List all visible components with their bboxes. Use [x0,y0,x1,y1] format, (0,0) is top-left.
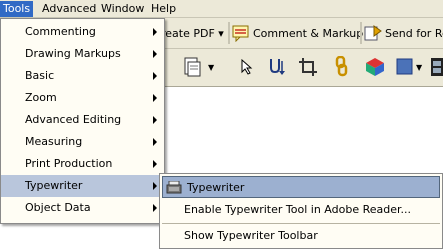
menu-advanced[interactable]: Advanced [39,1,99,17]
typewriter-icon [166,181,182,194]
film-icon[interactable] [430,57,443,77]
toolbar-separator [360,22,362,44]
comment-icon [232,25,249,42]
menu-bar: Tools Advanced Window Help [0,0,443,18]
typewriter-submenu: Typewriter Enable Typewriter Tool in Ado… [159,173,443,249]
menu-item-typewriter[interactable]: Typewriter [1,175,164,197]
menu-item-basic[interactable]: Basic [1,65,164,87]
submenu-arrow-icon [153,204,157,212]
menu-item-print-production[interactable]: Print Production [1,153,164,175]
menu-tools[interactable]: Tools [0,1,34,17]
create-pdf-button[interactable]: reate PDF ▾ [161,27,224,40]
select-tool-icon[interactable] [240,59,254,75]
menu-help[interactable]: Help [148,1,179,17]
menu-window[interactable]: Window [98,1,147,17]
submenu-arrow-icon [153,116,157,124]
send-review-icon [364,25,382,41]
submenu-item-typewriter[interactable]: Typewriter [162,176,440,198]
menu-item-object-data[interactable]: Object Data [1,197,164,219]
touchup-text-icon[interactable] [268,57,286,77]
rectangle-tool-icon[interactable] [396,58,414,76]
submenu-item-enable-typewriter-reader[interactable]: Enable Typewriter Tool in Adobe Reader..… [160,199,442,221]
dropdown-arrow-icon[interactable]: ▼ [208,63,214,72]
menu-item-drawing-markups[interactable]: Drawing Markups [1,43,164,65]
3d-object-icon[interactable] [364,56,386,78]
submenu-arrow-icon [153,160,157,168]
link-icon[interactable] [332,56,352,78]
submenu-arrow-icon [153,50,157,58]
crop-icon[interactable] [298,57,318,77]
tools-menu: Commenting Drawing Markups Basic Zoom Ad… [0,18,165,224]
menu-item-advanced-editing[interactable]: Advanced Editing [1,109,164,131]
page-icon[interactable] [182,56,204,78]
submenu-arrow-icon [153,28,157,36]
toolbar-separator [228,22,230,44]
submenu-arrow-icon [153,94,157,102]
menu-item-measuring[interactable]: Measuring [1,131,164,153]
send-for-review-button[interactable]: Send for Re [385,27,443,40]
submenu-arrow-icon [153,138,157,146]
submenu-item-show-typewriter-toolbar[interactable]: Show Typewriter Toolbar [160,225,442,247]
menu-separator [162,223,440,224]
menu-item-zoom[interactable]: Zoom [1,87,164,109]
dropdown-arrow-icon[interactable]: ▼ [416,63,422,72]
menu-item-commenting[interactable]: Commenting [1,21,164,43]
comment-markup-button[interactable]: Comment & Markup ▾ [253,27,372,40]
submenu-arrow-icon [153,72,157,80]
submenu-arrow-icon [153,182,157,190]
